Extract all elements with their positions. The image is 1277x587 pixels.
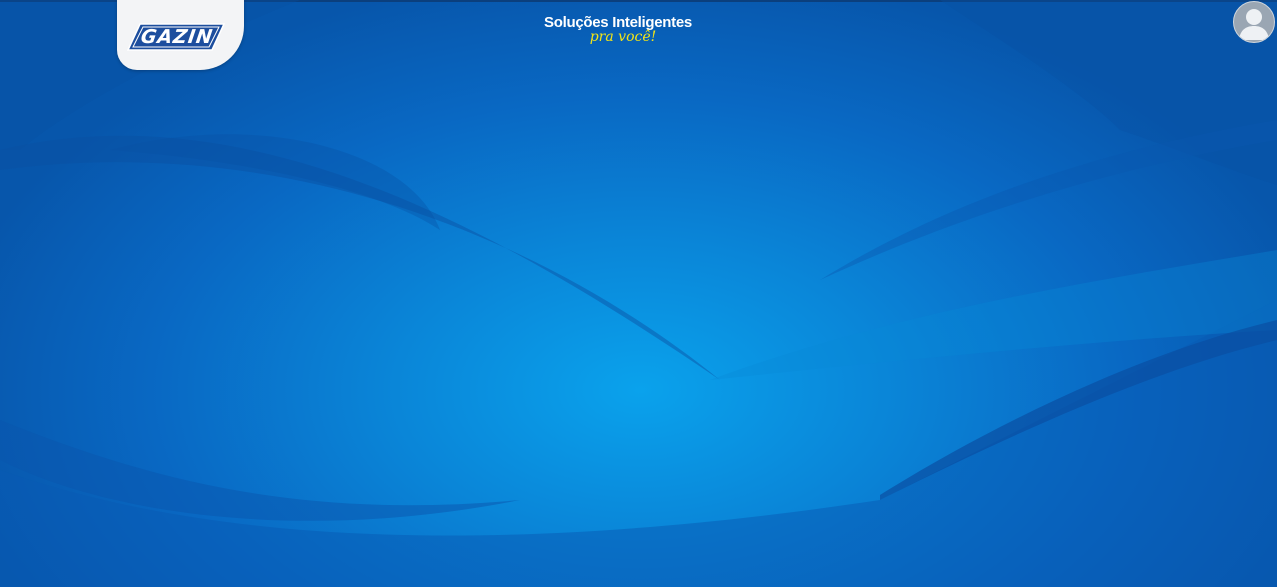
logo-tab[interactable]: GAZIN (117, 0, 244, 70)
background-waves (0, 0, 1277, 587)
user-avatar-button[interactable] (1233, 1, 1275, 43)
user-avatar-icon (1239, 9, 1269, 40)
logo-text: GAZIN (139, 26, 215, 48)
slogan: Soluções Inteligentes pra você! (530, 14, 706, 45)
